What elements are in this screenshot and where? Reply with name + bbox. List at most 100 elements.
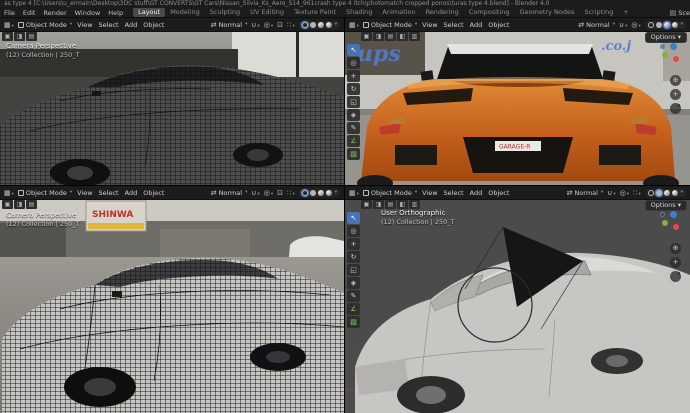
gizmo-neg-axis[interactable]	[660, 44, 665, 49]
gizmo-y-axis[interactable]	[662, 52, 668, 58]
menu-object[interactable]: Object	[487, 189, 510, 197]
shading-dropdown[interactable]: ▾	[335, 22, 337, 27]
transform-orientation-dropdown[interactable]: ⇄Normal▾	[578, 21, 615, 29]
shading-wireframe-icon[interactable]	[302, 22, 308, 28]
tool-option-icon[interactable]: ◨	[14, 200, 25, 209]
editor-type-icon[interactable]: ▦▾	[4, 21, 14, 29]
navigation-gizmo[interactable]	[658, 211, 684, 235]
tool-option-icon[interactable]: ◨	[373, 200, 384, 209]
proportional-editing-icon[interactable]: ◎▾	[620, 189, 629, 197]
tool-option-icon[interactable]: ◨	[373, 32, 384, 41]
tool-option-icon[interactable]: ◧	[397, 200, 408, 209]
camera-view-icon[interactable]	[670, 103, 681, 114]
scene-selector[interactable]: ▤ Sce	[670, 9, 690, 17]
tool-option-icon[interactable]: ▤	[385, 200, 396, 209]
measure-tool[interactable]: ∠	[347, 135, 360, 147]
menu-file[interactable]: File	[0, 9, 19, 17]
menu-add[interactable]: Add	[469, 189, 484, 197]
zoom-icon[interactable]: ⊕	[670, 75, 681, 86]
proportional-editing-icon[interactable]: ◎▾	[631, 21, 640, 29]
menu-select[interactable]: Select	[98, 21, 120, 29]
menu-add[interactable]: Add	[469, 21, 484, 29]
menu-object[interactable]: Object	[142, 21, 165, 29]
editor-type-icon[interactable]: ▦▾	[349, 21, 359, 29]
shading-material-icon[interactable]	[664, 190, 670, 196]
rotate-tool[interactable]: ↻	[347, 83, 360, 95]
scale-tool[interactable]: ◱	[347, 264, 360, 276]
cursor-tool[interactable]: ◎	[347, 57, 360, 69]
menu-edit[interactable]: Edit	[19, 9, 40, 17]
overlays-icon[interactable]: ∷▾	[633, 189, 641, 197]
menu-view[interactable]: View	[76, 189, 93, 197]
shading-wireframe-icon[interactable]	[648, 190, 654, 196]
snapping-icon[interactable]: ∪▾	[251, 21, 259, 29]
shading-dropdown[interactable]: ▾	[681, 22, 683, 27]
shading-dropdown[interactable]: ▾	[335, 190, 337, 195]
active-tool-icon[interactable]: ▣	[2, 32, 13, 41]
pan-hand-icon[interactable]: +	[670, 257, 681, 268]
proportional-editing-icon[interactable]: ◎▾	[264, 21, 273, 29]
measure-tool[interactable]: ∠	[347, 303, 360, 315]
tool-option-icon[interactable]: ▥	[409, 200, 420, 209]
mode-dropdown[interactable]: Object Mode▾	[18, 21, 72, 29]
rotate-tool[interactable]: ↻	[347, 251, 360, 263]
active-tool-icon[interactable]: ▣	[2, 200, 13, 209]
gizmos-icon[interactable]: ⊡	[277, 189, 283, 197]
move-tool[interactable]: +	[347, 238, 360, 250]
snapping-icon[interactable]: ∪▾	[619, 21, 627, 29]
menu-object[interactable]: Object	[142, 189, 165, 197]
snapping-icon[interactable]: ∪▾	[607, 189, 615, 197]
shading-wireframe-icon[interactable]	[648, 22, 654, 28]
tab-sculpting[interactable]: Sculpting	[205, 8, 245, 17]
tab-shading[interactable]: Shading	[341, 8, 377, 17]
menu-select[interactable]: Select	[443, 189, 465, 197]
viewport-canvas-wireframe-threequarter[interactable]: SHINWA	[0, 199, 344, 413]
viewport-canvas-solid-clay[interactable]	[345, 199, 690, 413]
shading-rendered-icon[interactable]	[326, 22, 332, 28]
tool-option-icon[interactable]: ▥	[409, 32, 420, 41]
navigation-gizmo[interactable]	[658, 43, 684, 67]
shading-rendered-icon[interactable]	[326, 190, 332, 196]
overlays-icon[interactable]: ∷▾	[287, 189, 295, 197]
shading-rendered-icon[interactable]	[672, 22, 678, 28]
mode-dropdown[interactable]: Object Mode▾	[18, 189, 72, 197]
tool-option-icon[interactable]: ◧	[397, 32, 408, 41]
pan-hand-icon[interactable]: +	[670, 89, 681, 100]
gizmo-z-axis[interactable]	[670, 43, 677, 50]
tool-option-icon[interactable]: ▤	[385, 32, 396, 41]
gizmo-x-axis[interactable]	[673, 56, 679, 62]
editor-type-icon[interactable]: ▦▾	[4, 189, 14, 197]
gizmo-x-axis[interactable]	[673, 224, 679, 230]
menu-render[interactable]: Render	[39, 9, 70, 17]
options-button[interactable]: Options ▾	[645, 200, 687, 211]
add-cube-tool[interactable]: ▧	[347, 148, 360, 160]
tab-modeling[interactable]: Modeling	[165, 8, 205, 17]
move-tool[interactable]: +	[347, 70, 360, 82]
select-box-tool[interactable]: ↖	[347, 44, 360, 56]
menu-view[interactable]: View	[76, 21, 93, 29]
active-tool-icon[interactable]: ▣	[361, 32, 372, 41]
tab-rendering[interactable]: Rendering	[421, 8, 464, 17]
tool-option-icon[interactable]: ▤	[26, 200, 37, 209]
transform-orientation-dropdown[interactable]: ⇄Normal▾	[211, 189, 248, 197]
transform-tool[interactable]: ◈	[347, 277, 360, 289]
scale-tool[interactable]: ◱	[347, 96, 360, 108]
tab-scripting[interactable]: Scripting	[579, 8, 618, 17]
transform-orientation-dropdown[interactable]: ⇄Normal▾	[211, 21, 248, 29]
mode-dropdown[interactable]: Object Mode▾	[363, 189, 417, 197]
menu-view[interactable]: View	[421, 21, 438, 29]
menu-object[interactable]: Object	[487, 21, 510, 29]
menu-window[interactable]: Window	[71, 9, 105, 17]
annotate-tool[interactable]: ✎	[347, 122, 360, 134]
viewport-canvas-wireframe-side[interactable]	[0, 31, 344, 185]
proportional-editing-icon[interactable]: ◎▾	[264, 189, 273, 197]
tool-option-icon[interactable]: ◨	[14, 32, 25, 41]
cursor-tool[interactable]: ◎	[347, 225, 360, 237]
annotate-tool[interactable]: ✎	[347, 290, 360, 302]
menu-select[interactable]: Select	[443, 21, 465, 29]
shading-material-icon[interactable]	[318, 22, 324, 28]
shading-dropdown[interactable]: ▾	[681, 190, 683, 195]
camera-view-icon[interactable]	[670, 271, 681, 282]
editor-type-icon[interactable]: ▦▾	[349, 189, 359, 197]
active-tool-icon[interactable]: ▣	[361, 200, 372, 209]
